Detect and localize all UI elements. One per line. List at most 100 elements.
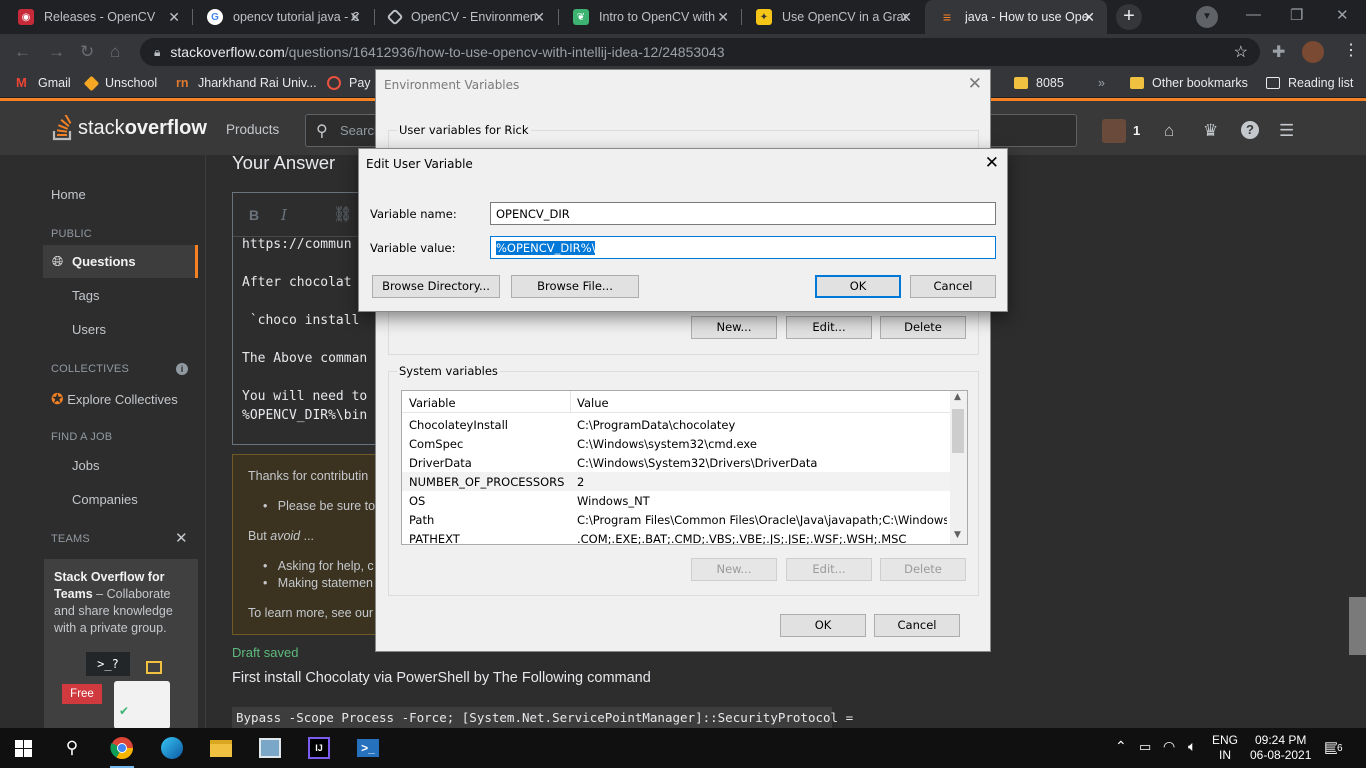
- tab-stackoverflow-active[interactable]: ≡ java - How to use Ope ✕: [925, 0, 1107, 34]
- reading-list-button[interactable]: Reading list: [1266, 76, 1353, 90]
- bookmark-jru[interactable]: rn Jharkhand Rai Univ...: [176, 76, 317, 90]
- close-tab-icon[interactable]: ✕: [1083, 9, 1095, 26]
- tab-google-search[interactable]: G opencv tutorial java - G ✕: [193, 0, 373, 34]
- control-panel-icon[interactable]: [256, 734, 284, 762]
- column-header-value[interactable]: Value: [577, 396, 609, 410]
- italic-icon[interactable]: I: [281, 206, 287, 224]
- list-item[interactable]: ComSpec C:\Windows\system32\cmd.exe: [402, 434, 951, 453]
- user-delete-button[interactable]: Delete: [880, 316, 966, 339]
- forward-icon[interactable]: →: [48, 42, 65, 62]
- info-icon[interactable]: i: [176, 363, 188, 375]
- user-new-button[interactable]: New...: [691, 316, 777, 339]
- so-logo[interactable]: stack overflow: [52, 115, 207, 141]
- close-tab-icon[interactable]: ✕: [533, 9, 545, 26]
- profile-avatar[interactable]: [1302, 41, 1324, 63]
- close-tab-icon[interactable]: ✕: [168, 9, 180, 26]
- system-edit-button[interactable]: Edit...: [786, 558, 872, 581]
- new-tab-button[interactable]: +: [1116, 4, 1142, 30]
- list-item[interactable]: Path C:\Program Files\Common Files\Oracle…: [402, 510, 951, 529]
- list-item[interactable]: ChocolateyInstall C:\ProgramData\chocolat…: [402, 415, 951, 434]
- edit-cancel-button[interactable]: Cancel: [910, 275, 996, 298]
- env-cancel-button[interactable]: Cancel: [874, 614, 960, 637]
- browse-directory-button[interactable]: Browse Directory...: [372, 275, 500, 298]
- volume-icon[interactable]: 🔈︎: [1188, 738, 1196, 755]
- scrollbar-thumb[interactable]: [952, 409, 964, 453]
- home-icon[interactable]: ⌂: [110, 42, 120, 62]
- address-bar[interactable]: 🔒︎ stackoverflow.com/questions/16412936/…: [140, 38, 1260, 66]
- notification-icon[interactable]: ▤ 6: [1324, 738, 1345, 756]
- menu-icon[interactable]: ⋮: [1343, 40, 1359, 60]
- user-edit-button[interactable]: Edit...: [786, 316, 872, 339]
- close-tab-icon[interactable]: ✕: [900, 9, 912, 26]
- edit-ok-button[interactable]: OK: [815, 275, 901, 298]
- env-ok-button[interactable]: OK: [780, 614, 866, 637]
- close-window-icon[interactable]: ✕: [1336, 6, 1349, 24]
- wifi-icon[interactable]: ◠: [1163, 738, 1175, 755]
- search-icon[interactable]: ⚲: [58, 734, 86, 762]
- help-icon[interactable]: ?: [1241, 121, 1259, 139]
- close-tab-icon[interactable]: ✕: [717, 9, 729, 26]
- page-scrollbar-thumb[interactable]: [1349, 597, 1366, 655]
- tab-opencv-gradle[interactable]: ✦ Use OpenCV in a Grad ✕: [742, 0, 924, 34]
- battery-icon[interactable]: ▭: [1139, 739, 1151, 755]
- system-variables-list[interactable]: Variable Value ChocolateyInstall C:\Progr…: [401, 390, 968, 545]
- bold-icon[interactable]: B: [249, 207, 259, 223]
- edge-icon[interactable]: [158, 734, 186, 762]
- sidebar-item-questions[interactable]: 🌐︎ Questions: [43, 245, 198, 278]
- tab-search-icon[interactable]: ▼: [1196, 6, 1218, 28]
- bookmark-other[interactable]: Other bookmarks: [1130, 76, 1248, 90]
- scroll-down-icon[interactable]: ▼: [954, 530, 961, 540]
- bookmark-8085[interactable]: 8085: [1014, 76, 1064, 90]
- file-explorer-icon[interactable]: [207, 734, 235, 762]
- language-indicator[interactable]: ENG IN: [1212, 733, 1238, 763]
- sidebar-item-explore-collectives[interactable]: ✪ Explore Collectives: [51, 390, 178, 408]
- link-icon[interactable]: ⛓︎: [333, 205, 352, 223]
- restore-icon[interactable]: ❐: [1290, 6, 1303, 24]
- bookmark-star-icon[interactable]: ☆: [1234, 42, 1248, 62]
- windows-start-icon[interactable]: [9, 734, 37, 762]
- tab-releases-opencv[interactable]: ◉ Releases - OpenCV ✕: [4, 0, 192, 34]
- reload-icon[interactable]: ↻: [80, 42, 94, 62]
- list-item[interactable]: PATHEXT .COM;.EXE;.BAT;.CMD;.VBS;.VBE;.JS…: [402, 529, 951, 544]
- tray-expand-icon[interactable]: ⌃: [1115, 738, 1127, 755]
- bookmark-unschool[interactable]: Unschool: [83, 75, 157, 91]
- close-icon[interactable]: ✕: [968, 74, 982, 94]
- variable-value-field[interactable]: %OPENCV_DIR%\: [490, 236, 996, 259]
- close-teams-icon[interactable]: ✕: [175, 529, 188, 547]
- close-icon[interactable]: ✕: [985, 153, 999, 173]
- list-scrollbar[interactable]: ▲ ▼: [950, 391, 967, 544]
- chrome-icon[interactable]: [108, 734, 136, 762]
- powershell-icon[interactable]: >_: [354, 734, 382, 762]
- system-delete-button[interactable]: Delete: [880, 558, 966, 581]
- editor-line: You will need to: [242, 389, 368, 404]
- achievements-icon[interactable]: ♛: [1203, 121, 1218, 141]
- sidebar-item-tags[interactable]: Tags: [72, 288, 99, 303]
- bookmarks-more-button[interactable]: »: [1098, 76, 1105, 90]
- notice-learn-more[interactable]: To learn more, see our: [248, 606, 373, 620]
- bookmark-gmail[interactable]: M Gmail: [16, 76, 71, 91]
- intellij-icon[interactable]: IJ: [305, 734, 333, 762]
- list-item[interactable]: DriverData C:\Windows\System32\Drivers\Dr…: [402, 453, 951, 472]
- sidebar-item-home[interactable]: Home: [51, 187, 86, 202]
- back-icon[interactable]: ←: [14, 42, 31, 62]
- browse-file-button[interactable]: Browse File...: [511, 275, 639, 298]
- system-new-button[interactable]: New...: [691, 558, 777, 581]
- sidebar-item-jobs[interactable]: Jobs: [72, 458, 99, 473]
- column-header-variable[interactable]: Variable: [409, 396, 456, 410]
- list-item[interactable]: OS Windows_NT: [402, 491, 951, 510]
- products-menu[interactable]: Products: [226, 122, 279, 137]
- inbox-icon[interactable]: ⌂: [1164, 121, 1174, 141]
- minimize-icon[interactable]: —: [1246, 6, 1261, 23]
- tab-opencv-environment[interactable]: OpenCV - Environmen ✕: [375, 0, 557, 34]
- site-switcher-icon[interactable]: ☰: [1279, 121, 1294, 141]
- user-avatar[interactable]: [1102, 119, 1126, 143]
- sidebar-item-companies[interactable]: Companies: [72, 492, 138, 507]
- scroll-up-icon[interactable]: ▲: [954, 392, 961, 402]
- list-item[interactable]: NUMBER_OF_PROCESSORS 2: [402, 472, 951, 491]
- extensions-icon[interactable]: ✚: [1272, 42, 1285, 62]
- tab-intro-opencv[interactable]: ❦ Intro to OpenCV with ✕: [559, 0, 741, 34]
- variable-name-field[interactable]: OPENCV_DIR: [490, 202, 996, 225]
- clock[interactable]: 09:24 PM 06-08-2021: [1250, 733, 1311, 763]
- sidebar-item-users[interactable]: Users: [72, 322, 106, 337]
- close-tab-icon[interactable]: ✕: [349, 9, 361, 26]
